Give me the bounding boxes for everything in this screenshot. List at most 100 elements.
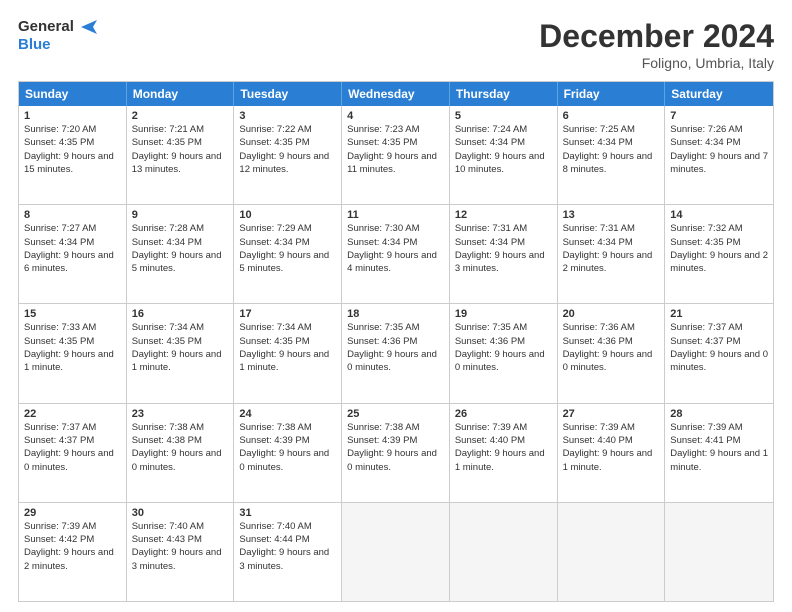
- cal-cell-16: 16 Sunrise: 7:34 AM Sunset: 4:35 PM Dayl…: [127, 304, 235, 402]
- header-day-friday: Friday: [558, 82, 666, 106]
- daylight-7: Daylight: 9 hours and 7 minutes.: [670, 151, 768, 175]
- cell-info-27: Sunrise: 7:39 AM Sunset: 4:40 PM Dayligh…: [563, 421, 660, 474]
- day-number-2: 2: [132, 110, 229, 122]
- sunrise-25: Sunrise: 7:38 AM: [347, 422, 419, 433]
- sunrise-1: Sunrise: 7:20 AM: [24, 124, 96, 135]
- cal-cell-10: 10 Sunrise: 7:29 AM Sunset: 4:34 PM Dayl…: [234, 205, 342, 303]
- sunrise-27: Sunrise: 7:39 AM: [563, 422, 635, 433]
- cell-info-4: Sunrise: 7:23 AM Sunset: 4:35 PM Dayligh…: [347, 123, 444, 176]
- cal-cell-30: 30 Sunrise: 7:40 AM Sunset: 4:43 PM Dayl…: [127, 503, 235, 601]
- header-day-monday: Monday: [127, 82, 235, 106]
- cell-info-23: Sunrise: 7:38 AM Sunset: 4:38 PM Dayligh…: [132, 421, 229, 474]
- sunset-7: Sunset: 4:34 PM: [670, 137, 740, 148]
- sunset-23: Sunset: 4:38 PM: [132, 435, 202, 446]
- sunset-20: Sunset: 4:36 PM: [563, 336, 633, 347]
- sunset-10: Sunset: 4:34 PM: [239, 237, 309, 248]
- day-number-13: 13: [563, 209, 660, 221]
- sunset-25: Sunset: 4:39 PM: [347, 435, 417, 446]
- sunset-3: Sunset: 4:35 PM: [239, 137, 309, 148]
- day-number-30: 30: [132, 507, 229, 519]
- sunrise-5: Sunrise: 7:24 AM: [455, 124, 527, 135]
- daylight-3: Daylight: 9 hours and 12 minutes.: [239, 151, 329, 175]
- day-number-29: 29: [24, 507, 121, 519]
- sunset-17: Sunset: 4:35 PM: [239, 336, 309, 347]
- daylight-29: Daylight: 9 hours and 2 minutes.: [24, 547, 114, 571]
- calendar-body: 1 Sunrise: 7:20 AM Sunset: 4:35 PM Dayli…: [19, 106, 773, 601]
- sunrise-24: Sunrise: 7:38 AM: [239, 422, 311, 433]
- logo-blue: Blue: [18, 36, 51, 53]
- cell-info-8: Sunrise: 7:27 AM Sunset: 4:34 PM Dayligh…: [24, 222, 121, 275]
- daylight-11: Daylight: 9 hours and 4 minutes.: [347, 250, 437, 274]
- day-number-22: 22: [24, 408, 121, 420]
- cell-info-21: Sunrise: 7:37 AM Sunset: 4:37 PM Dayligh…: [670, 321, 768, 374]
- daylight-8: Daylight: 9 hours and 6 minutes.: [24, 250, 114, 274]
- sunset-2: Sunset: 4:35 PM: [132, 137, 202, 148]
- sunset-16: Sunset: 4:35 PM: [132, 336, 202, 347]
- sunset-31: Sunset: 4:44 PM: [239, 534, 309, 545]
- daylight-6: Daylight: 9 hours and 8 minutes.: [563, 151, 653, 175]
- sunrise-9: Sunrise: 7:28 AM: [132, 223, 204, 234]
- daylight-25: Daylight: 9 hours and 0 minutes.: [347, 448, 437, 472]
- day-number-9: 9: [132, 209, 229, 221]
- sunset-19: Sunset: 4:36 PM: [455, 336, 525, 347]
- sunset-12: Sunset: 4:34 PM: [455, 237, 525, 248]
- cal-row-1: 8 Sunrise: 7:27 AM Sunset: 4:34 PM Dayli…: [19, 204, 773, 303]
- cal-cell-20: 20 Sunrise: 7:36 AM Sunset: 4:36 PM Dayl…: [558, 304, 666, 402]
- cell-info-1: Sunrise: 7:20 AM Sunset: 4:35 PM Dayligh…: [24, 123, 121, 176]
- day-number-3: 3: [239, 110, 336, 122]
- cell-info-19: Sunrise: 7:35 AM Sunset: 4:36 PM Dayligh…: [455, 321, 552, 374]
- day-number-15: 15: [24, 308, 121, 320]
- day-number-12: 12: [455, 209, 552, 221]
- sunrise-19: Sunrise: 7:35 AM: [455, 322, 527, 333]
- sunset-18: Sunset: 4:36 PM: [347, 336, 417, 347]
- sunset-4: Sunset: 4:35 PM: [347, 137, 417, 148]
- logo-arrow: [79, 20, 97, 34]
- daylight-21: Daylight: 9 hours and 0 minutes.: [670, 349, 768, 373]
- cell-info-15: Sunrise: 7:33 AM Sunset: 4:35 PM Dayligh…: [24, 321, 121, 374]
- cal-cell-12: 12 Sunrise: 7:31 AM Sunset: 4:34 PM Dayl…: [450, 205, 558, 303]
- cal-cell-31: 31 Sunrise: 7:40 AM Sunset: 4:44 PM Dayl…: [234, 503, 342, 601]
- day-number-14: 14: [670, 209, 768, 221]
- header-day-saturday: Saturday: [665, 82, 773, 106]
- header-day-tuesday: Tuesday: [234, 82, 342, 106]
- sunset-28: Sunset: 4:41 PM: [670, 435, 740, 446]
- daylight-5: Daylight: 9 hours and 10 minutes.: [455, 151, 545, 175]
- day-number-16: 16: [132, 308, 229, 320]
- sunset-6: Sunset: 4:34 PM: [563, 137, 633, 148]
- cal-cell-11: 11 Sunrise: 7:30 AM Sunset: 4:34 PM Dayl…: [342, 205, 450, 303]
- sunset-14: Sunset: 4:35 PM: [670, 237, 740, 248]
- sunrise-28: Sunrise: 7:39 AM: [670, 422, 742, 433]
- cell-info-9: Sunrise: 7:28 AM Sunset: 4:34 PM Dayligh…: [132, 222, 229, 275]
- cal-cell-14: 14 Sunrise: 7:32 AM Sunset: 4:35 PM Dayl…: [665, 205, 773, 303]
- cal-cell-24: 24 Sunrise: 7:38 AM Sunset: 4:39 PM Dayl…: [234, 404, 342, 502]
- day-number-4: 4: [347, 110, 444, 122]
- daylight-20: Daylight: 9 hours and 0 minutes.: [563, 349, 653, 373]
- cal-cell-2: 2 Sunrise: 7:21 AM Sunset: 4:35 PM Dayli…: [127, 106, 235, 204]
- logo: General Blue: [18, 18, 97, 55]
- cal-cell-23: 23 Sunrise: 7:38 AM Sunset: 4:38 PM Dayl…: [127, 404, 235, 502]
- cell-info-31: Sunrise: 7:40 AM Sunset: 4:44 PM Dayligh…: [239, 520, 336, 573]
- calendar-header: SundayMondayTuesdayWednesdayThursdayFrid…: [19, 82, 773, 106]
- cal-cell-27: 27 Sunrise: 7:39 AM Sunset: 4:40 PM Dayl…: [558, 404, 666, 502]
- cell-info-10: Sunrise: 7:29 AM Sunset: 4:34 PM Dayligh…: [239, 222, 336, 275]
- sunrise-10: Sunrise: 7:29 AM: [239, 223, 311, 234]
- cal-cell-6: 6 Sunrise: 7:25 AM Sunset: 4:34 PM Dayli…: [558, 106, 666, 204]
- sunset-1: Sunset: 4:35 PM: [24, 137, 94, 148]
- cal-cell-empty-4-5: [558, 503, 666, 601]
- sunrise-4: Sunrise: 7:23 AM: [347, 124, 419, 135]
- cal-row-3: 22 Sunrise: 7:37 AM Sunset: 4:37 PM Dayl…: [19, 403, 773, 502]
- day-number-6: 6: [563, 110, 660, 122]
- cal-cell-1: 1 Sunrise: 7:20 AM Sunset: 4:35 PM Dayli…: [19, 106, 127, 204]
- cal-cell-5: 5 Sunrise: 7:24 AM Sunset: 4:34 PM Dayli…: [450, 106, 558, 204]
- cell-info-24: Sunrise: 7:38 AM Sunset: 4:39 PM Dayligh…: [239, 421, 336, 474]
- cell-info-5: Sunrise: 7:24 AM Sunset: 4:34 PM Dayligh…: [455, 123, 552, 176]
- sunrise-8: Sunrise: 7:27 AM: [24, 223, 96, 234]
- sunrise-15: Sunrise: 7:33 AM: [24, 322, 96, 333]
- daylight-28: Daylight: 9 hours and 1 minute.: [670, 448, 768, 472]
- cal-cell-9: 9 Sunrise: 7:28 AM Sunset: 4:34 PM Dayli…: [127, 205, 235, 303]
- daylight-18: Daylight: 9 hours and 0 minutes.: [347, 349, 437, 373]
- page: General Blue December 2024 Foligno, Umbr…: [0, 0, 792, 612]
- sunrise-11: Sunrise: 7:30 AM: [347, 223, 419, 234]
- cal-cell-21: 21 Sunrise: 7:37 AM Sunset: 4:37 PM Dayl…: [665, 304, 773, 402]
- cell-info-29: Sunrise: 7:39 AM Sunset: 4:42 PM Dayligh…: [24, 520, 121, 573]
